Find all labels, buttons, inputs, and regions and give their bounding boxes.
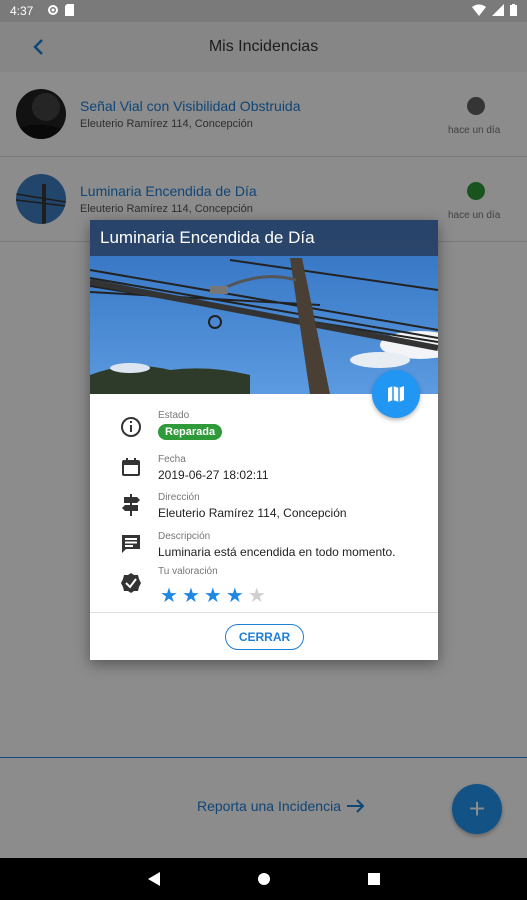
- nav-recents-button[interactable]: [364, 869, 384, 889]
- wifi-icon: [472, 4, 486, 19]
- fecha-value: 2019-06-27 18:02:11: [158, 468, 269, 482]
- status-time: 4:37: [10, 4, 34, 18]
- signpost-icon: [120, 494, 142, 516]
- nav-back-button[interactable]: [144, 869, 164, 889]
- nav-home-icon: [257, 873, 270, 885]
- settings-icon: [47, 4, 59, 19]
- star-icon[interactable]: ★: [248, 586, 266, 606]
- dialog-divider: [90, 612, 438, 613]
- dialog-title: Luminaria Encendida de Día: [90, 220, 438, 256]
- star-icon[interactable]: ★: [160, 586, 178, 606]
- system-nav-bar: [0, 858, 527, 900]
- descripcion-label: Descripción: [158, 531, 211, 542]
- valoracion-label: Tu valoración: [158, 566, 218, 577]
- verified-icon: [120, 572, 142, 594]
- nav-recents-icon: [367, 873, 380, 885]
- rating-stars[interactable]: ★ ★ ★ ★ ★: [160, 586, 266, 606]
- status-bar: 4:37: [0, 0, 527, 22]
- nav-back-icon: [147, 872, 160, 886]
- incident-photo: Luminaria Encendida de Día: [90, 220, 438, 394]
- descripcion-value: Luminaria está encendida en todo momento…: [158, 545, 396, 559]
- direccion-label: Dirección: [158, 492, 200, 503]
- map-icon: [388, 386, 404, 402]
- sd-card-icon: [65, 3, 75, 19]
- fecha-label: Fecha: [158, 454, 186, 465]
- star-icon[interactable]: ★: [226, 586, 244, 606]
- nav-home-button[interactable]: [254, 869, 274, 889]
- direccion-value: Eleuterio Ramírez 114, Concepción: [158, 506, 347, 520]
- battery-icon: [510, 3, 517, 19]
- status-badge: Reparada: [158, 424, 223, 440]
- star-icon[interactable]: ★: [204, 586, 222, 606]
- calendar-icon: [120, 456, 142, 478]
- close-button[interactable]: CERRAR: [225, 624, 304, 650]
- map-button[interactable]: [372, 370, 420, 418]
- estado-label: Estado: [158, 410, 190, 421]
- incident-detail-dialog: Luminaria Encendida de Día Estado Repara…: [90, 220, 438, 660]
- description-icon: [120, 533, 142, 555]
- signal-icon: [492, 3, 504, 19]
- star-icon[interactable]: ★: [182, 586, 200, 606]
- info-icon: [120, 416, 142, 438]
